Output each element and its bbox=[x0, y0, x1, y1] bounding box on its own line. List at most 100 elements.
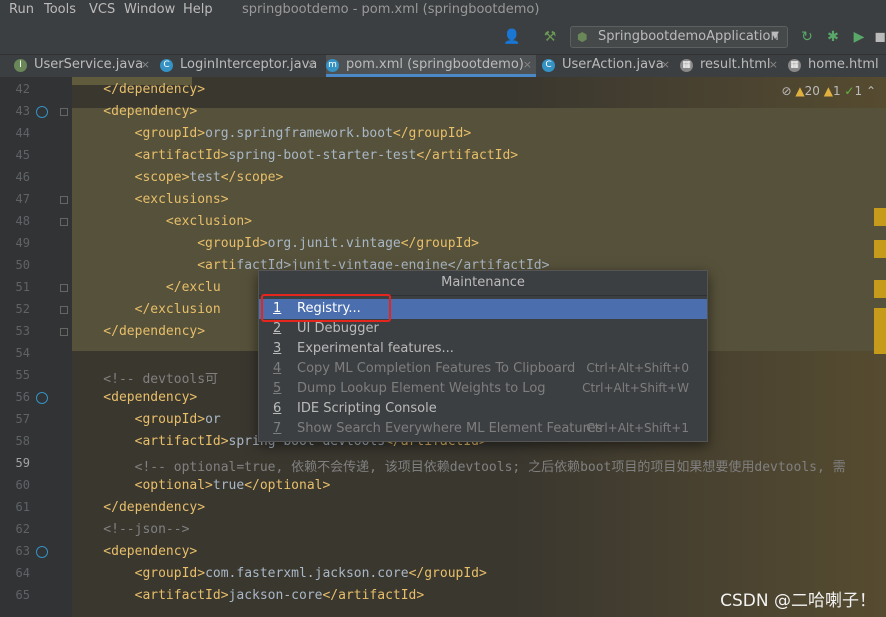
shortcut-label: Ctrl+Alt+Shift+1 bbox=[586, 421, 689, 435]
code-token: true bbox=[212, 478, 245, 493]
fold-marker-icon[interactable] bbox=[60, 284, 68, 292]
code-token: <optional> bbox=[72, 478, 213, 493]
code-line: <artifactId>spring-boot-starter-test</ar… bbox=[72, 148, 519, 163]
menu-item-label: IDE Scripting Console bbox=[297, 401, 437, 416]
code-token: <groupId> bbox=[72, 412, 206, 427]
maintenance-menu-item[interactable]: 2 UI Debugger bbox=[259, 319, 707, 339]
line-number: 42 bbox=[15, 82, 30, 96]
error-stripe[interactable] bbox=[874, 208, 886, 608]
code-line: <!-- optional=true, 依赖不会传递, 该项目依赖devtool… bbox=[72, 456, 846, 475]
close-icon[interactable]: × bbox=[661, 58, 670, 71]
line-number: 56 bbox=[15, 390, 30, 404]
tab-4[interactable]: C UserAction.java × bbox=[542, 55, 674, 77]
menu-bar: Run Tools VCS Window Help springbootdemo… bbox=[0, 0, 886, 20]
fold-marker-icon[interactable] bbox=[60, 328, 68, 336]
code-line: <groupId>or bbox=[72, 412, 221, 427]
mnemonic: 6 bbox=[273, 401, 282, 416]
line-number: 57 bbox=[15, 412, 30, 426]
code-line: <scope>test</scope> bbox=[72, 170, 284, 185]
line-number: 61 bbox=[15, 500, 30, 514]
mnemonic: 7 bbox=[273, 421, 282, 436]
code-token: or bbox=[205, 412, 221, 427]
run-configuration-select[interactable]: ⬢ SpringbootdemoApplication ▼ bbox=[570, 26, 788, 48]
maintenance-menu-item[interactable]: 4 Copy ML Completion Features To Clipboar… bbox=[259, 359, 707, 379]
menu-item-label: Experimental features... bbox=[297, 341, 454, 356]
file-type-icon: C bbox=[160, 59, 173, 72]
fold-marker-icon[interactable] bbox=[60, 196, 68, 204]
code-token: com.fasterxml.jackson.core bbox=[205, 566, 409, 581]
code-line: <groupId>org.junit.vintage</groupId> bbox=[72, 236, 479, 251]
code-token: <groupId> bbox=[72, 236, 268, 251]
menu-window[interactable]: Window bbox=[124, 2, 175, 17]
close-icon[interactable]: × bbox=[307, 58, 316, 71]
line-number: 46 bbox=[15, 170, 30, 184]
warning-mark[interactable] bbox=[874, 280, 886, 298]
maintenance-menu-item[interactable]: 7 Show Search Everywhere ML Element Featu… bbox=[259, 419, 707, 439]
code-token: <!-- optional=true, 依赖不会传递, 该项目依赖devtool… bbox=[72, 460, 846, 475]
menu-tools[interactable]: Tools bbox=[44, 2, 76, 17]
warning-mark[interactable] bbox=[874, 240, 886, 258]
warning-mark[interactable] bbox=[874, 308, 886, 354]
tab-5[interactable]: ▦ result.html × bbox=[680, 55, 782, 77]
mnemonic: 5 bbox=[273, 381, 282, 396]
code-token: <scope> bbox=[72, 170, 190, 185]
file-type-icon: I bbox=[14, 59, 27, 72]
warning-mark[interactable] bbox=[874, 208, 886, 226]
chevron-up-icon[interactable]: ⌃ bbox=[866, 84, 876, 98]
close-icon[interactable]: × bbox=[141, 58, 150, 71]
code-token: <arti bbox=[72, 258, 237, 273]
code-token: </artifactId> bbox=[416, 148, 519, 163]
fold-marker-icon[interactable] bbox=[60, 218, 68, 226]
line-number: 45 bbox=[15, 148, 30, 162]
eye-icon: ⊘ bbox=[781, 84, 792, 98]
spring-icon: ⬢ bbox=[577, 30, 588, 44]
debug-icon[interactable]: ✱ bbox=[823, 27, 843, 47]
warning-icon: ▲ bbox=[795, 84, 805, 98]
tab-1[interactable]: I UserService.java × bbox=[14, 55, 154, 77]
menu-help[interactable]: Help bbox=[183, 2, 213, 17]
code-token: <!--json--> bbox=[72, 522, 190, 537]
code-line: <optional>true</optional> bbox=[72, 478, 331, 493]
tab-3[interactable]: m pom.xml (springbootdemo) × bbox=[326, 55, 536, 77]
line-number: 47 bbox=[15, 192, 30, 206]
maven-dependency-icon[interactable] bbox=[36, 106, 48, 118]
check-icon: ✓ bbox=[844, 84, 855, 98]
code-line: </dependency> bbox=[72, 82, 205, 97]
line-number: 48 bbox=[15, 214, 30, 228]
code-token: </artifactId> bbox=[322, 588, 425, 603]
close-icon[interactable]: × bbox=[523, 58, 532, 71]
code-token: </groupId> bbox=[408, 566, 487, 581]
close-icon[interactable]: × bbox=[769, 58, 778, 71]
stop-icon[interactable]: ◼ bbox=[870, 27, 886, 47]
code-line: <exclusion> bbox=[72, 214, 252, 229]
highlight-annotation bbox=[261, 294, 391, 322]
tab-2[interactable]: C LoginInterceptor.java × bbox=[160, 55, 320, 77]
maven-dependency-icon[interactable] bbox=[36, 546, 48, 558]
code-line: </dependency> bbox=[72, 500, 205, 515]
line-number: 49 bbox=[15, 236, 30, 250]
fold-marker-icon[interactable] bbox=[60, 306, 68, 314]
line-number: 53 bbox=[15, 324, 30, 338]
tab-label: UserService.java bbox=[34, 57, 144, 72]
menu-vcs[interactable]: VCS bbox=[89, 2, 115, 17]
code-line: </dependency> bbox=[72, 324, 205, 339]
maintenance-menu-item[interactable]: 6 IDE Scripting Console bbox=[259, 399, 707, 419]
menu-run[interactable]: Run bbox=[9, 2, 34, 17]
tab-6[interactable]: ▦ home.html bbox=[788, 55, 880, 77]
code-token: <dependency> bbox=[72, 544, 198, 559]
hammer-icon[interactable]: ⚒ bbox=[540, 27, 560, 47]
weak-warning-icon: ▲ bbox=[823, 84, 833, 98]
maintenance-menu-item[interactable]: 3 Experimental features... bbox=[259, 339, 707, 359]
inspection-widget[interactable]: ⊘ ▲20 ▲1 ✓1 ⌃ bbox=[781, 84, 876, 98]
coverage-icon[interactable]: ▶ bbox=[849, 27, 869, 47]
line-number: 64 bbox=[15, 566, 30, 580]
line-number: 52 bbox=[15, 302, 30, 316]
maintenance-menu-item[interactable]: 5 Dump Lookup Element Weights to Log Ctrl+… bbox=[259, 379, 707, 399]
rerun-icon[interactable]: ↻ bbox=[797, 27, 817, 47]
fold-marker-icon[interactable] bbox=[60, 108, 68, 116]
code-token: </exclusion bbox=[72, 302, 221, 317]
code-token: </scope> bbox=[220, 170, 284, 185]
user-icon[interactable]: 👤 bbox=[502, 27, 522, 47]
maven-dependency-icon[interactable] bbox=[36, 392, 48, 404]
window-title: springbootdemo - pom.xml (springbootdemo… bbox=[242, 2, 540, 17]
